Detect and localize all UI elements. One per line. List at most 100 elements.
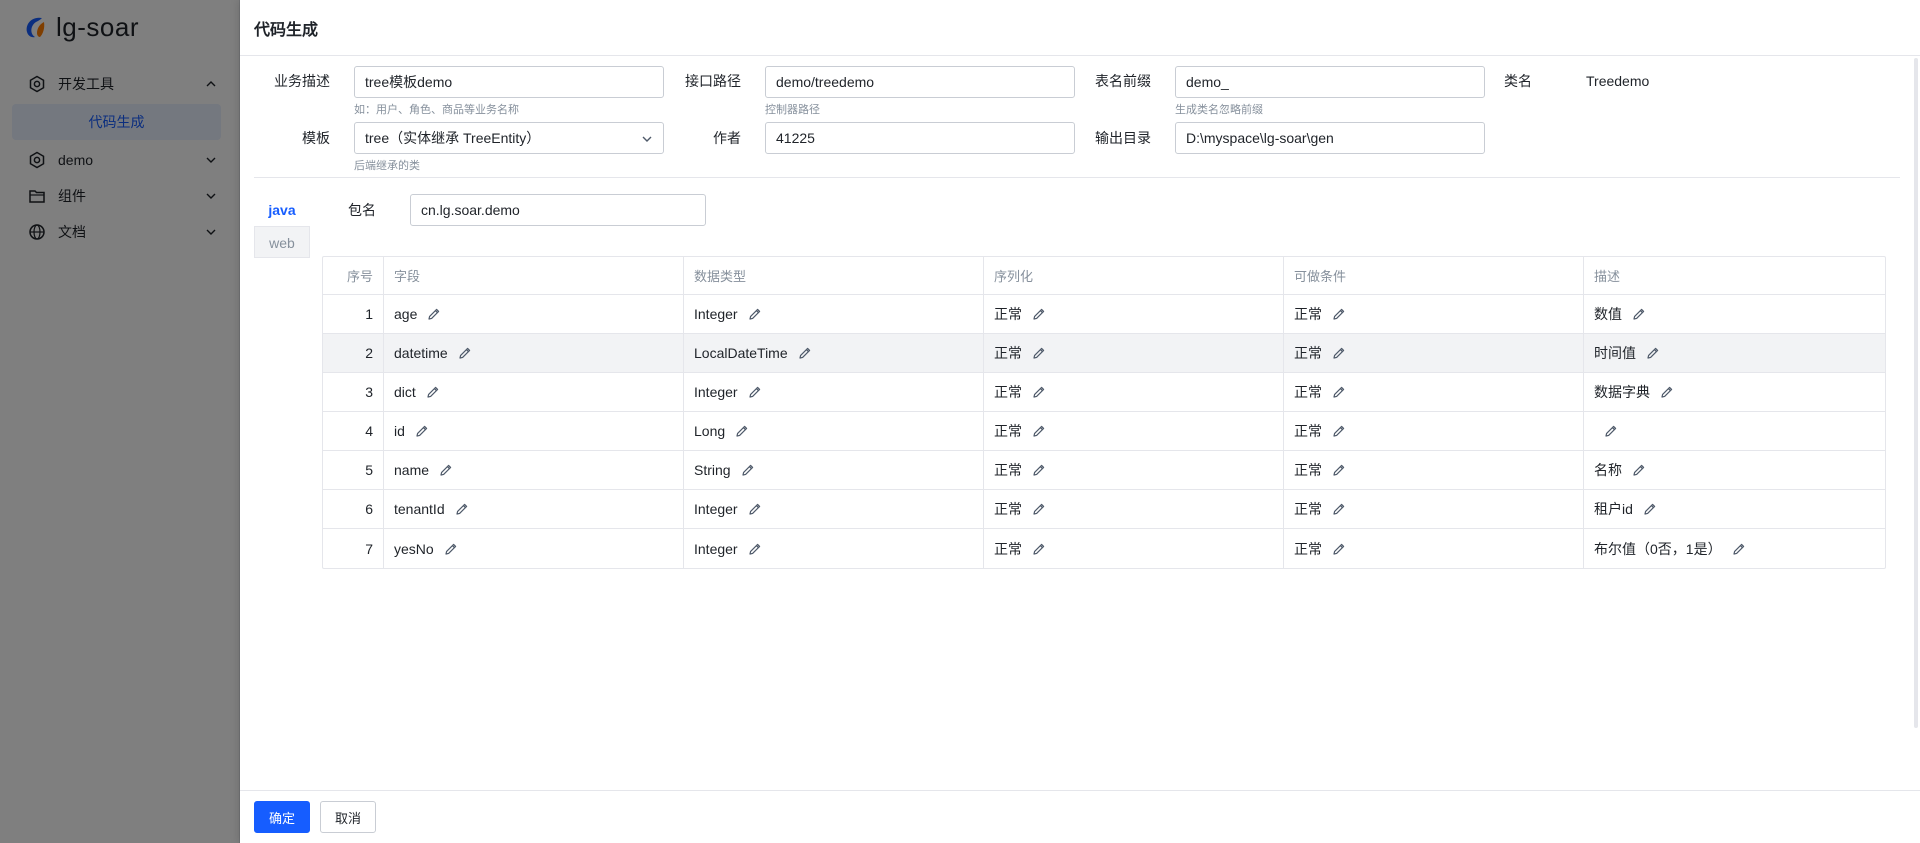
edit-icon[interactable] — [741, 463, 755, 477]
cell-text: String — [694, 462, 731, 478]
edit-icon[interactable] — [748, 385, 762, 399]
type-cell: Integer — [684, 373, 984, 411]
edit-icon[interactable] — [1032, 307, 1046, 321]
edit-icon[interactable] — [444, 542, 458, 556]
edit-icon[interactable] — [426, 385, 440, 399]
cell-text: 正常 — [994, 306, 1022, 322]
edit-icon[interactable] — [748, 542, 762, 556]
edit-icon[interactable] — [1332, 385, 1346, 399]
cell-text: tenantId — [394, 501, 445, 517]
edit-icon[interactable] — [1032, 502, 1046, 516]
business-desc-help: 如：用户、角色、商品等业务名称 — [354, 104, 519, 116]
edit-icon[interactable] — [1332, 502, 1346, 516]
class-name-value: Treedemo — [1586, 73, 1650, 89]
drawer-footer: 确定 取消 — [240, 790, 1920, 843]
table-header: 序号 字段 数据类型 序列化 可做条件 描述 — [323, 257, 1885, 295]
template-select[interactable]: tree（实体继承 TreeEntity） — [354, 122, 664, 154]
edit-icon[interactable] — [1643, 502, 1657, 516]
edit-icon[interactable] — [1032, 424, 1046, 438]
index-cell: 2 — [323, 334, 384, 372]
edit-icon[interactable] — [427, 307, 441, 321]
edit-icon[interactable] — [1632, 307, 1646, 321]
type-cell: Integer — [684, 490, 984, 528]
field-cell: yesNo — [384, 529, 684, 568]
index-cell: 3 — [323, 373, 384, 411]
table-row: 3 dict Integer 正常 正常 数据字典 — [323, 373, 1885, 412]
cell-text: 正常 — [1294, 462, 1322, 478]
table-body: 1 age Integer 正常 正常 数值 2 datetime LocalDateTime 正… — [323, 295, 1885, 568]
cell-text: 正常 — [1294, 540, 1322, 557]
type-cell: Integer — [684, 529, 984, 568]
code-gen-drawer: 代码生成 业务描述 tree模板demo 如：用户、角色、商品等业务名称 接口路… — [240, 0, 1920, 843]
author-input[interactable]: 41225 — [765, 122, 1075, 154]
edit-icon[interactable] — [1332, 463, 1346, 477]
serialize-cell: 正常 — [984, 490, 1284, 528]
edit-icon[interactable] — [1032, 542, 1046, 556]
cell-text: 时间值 — [1594, 345, 1636, 361]
edit-icon[interactable] — [1660, 385, 1674, 399]
serialize-cell: 正常 — [984, 295, 1284, 333]
cell-text: dict — [394, 384, 416, 400]
edit-icon[interactable] — [458, 346, 472, 360]
edit-icon[interactable] — [735, 424, 749, 438]
table-prefix-help: 生成类名忽略前缀 — [1175, 104, 1263, 116]
serialize-cell: 正常 — [984, 412, 1284, 450]
edit-icon[interactable] — [1604, 424, 1618, 438]
edit-icon[interactable] — [1632, 463, 1646, 477]
table-row: 6 tenantId Integer 正常 正常 租户id — [323, 490, 1885, 529]
column-header: 序列化 — [984, 257, 1284, 294]
edit-icon[interactable] — [1332, 307, 1346, 321]
desc-cell: 数值 — [1584, 295, 1885, 333]
template-label: 模板 — [302, 130, 330, 146]
edit-icon[interactable] — [798, 346, 812, 360]
cell-text: 数据字典 — [1594, 384, 1650, 400]
edit-icon[interactable] — [439, 463, 453, 477]
edit-icon[interactable] — [1032, 463, 1046, 477]
desc-cell: 时间值 — [1584, 334, 1885, 372]
edit-icon[interactable] — [1332, 346, 1346, 360]
cell-text: Integer — [694, 384, 738, 400]
package-input[interactable]: cn.lg.soar.demo — [410, 194, 706, 226]
cell-text: 正常 — [994, 423, 1022, 439]
table-row: 1 age Integer 正常 正常 数值 — [323, 295, 1885, 334]
cell-text: Integer — [694, 306, 738, 322]
edit-icon[interactable] — [1332, 424, 1346, 438]
cell-text: 租户id — [1594, 501, 1633, 517]
edit-icon[interactable] — [455, 502, 469, 516]
edit-icon[interactable] — [1646, 346, 1660, 360]
cell-text: 正常 — [994, 501, 1022, 517]
edit-icon[interactable] — [415, 424, 429, 438]
condition-cell: 正常 — [1284, 412, 1584, 450]
edit-icon[interactable] — [1032, 346, 1046, 360]
edit-icon[interactable] — [748, 307, 762, 321]
cancel-button[interactable]: 取消 — [320, 801, 377, 833]
business-desc-input[interactable]: tree模板demo — [354, 66, 664, 98]
serialize-cell: 正常 — [984, 373, 1284, 411]
template-help: 后端继承的类 — [354, 160, 420, 172]
output-dir-input[interactable]: D:\myspace\lg-soar\gen — [1175, 122, 1485, 154]
tab-web[interactable]: web — [254, 226, 310, 258]
edit-icon[interactable] — [1732, 542, 1746, 556]
cell-text: 正常 — [1294, 423, 1322, 439]
column-header: 字段 — [384, 257, 684, 294]
confirm-button[interactable]: 确定 — [254, 801, 311, 833]
type-cell: Integer — [684, 295, 984, 333]
edit-icon[interactable] — [1332, 542, 1346, 556]
drawer-scrollbar[interactable] — [1914, 58, 1918, 728]
field-cell: datetime — [384, 334, 684, 372]
cell-text: 正常 — [994, 345, 1022, 361]
field-table: 序号 字段 数据类型 序列化 可做条件 描述 1 age Integer 正常 正常 数值… — [322, 256, 1886, 569]
cell-text: 布尔值（0否，1是） — [1594, 540, 1722, 557]
cell-text: yesNo — [394, 540, 434, 557]
cell-text: 正常 — [1294, 345, 1322, 361]
field-cell: name — [384, 451, 684, 489]
api-path-input[interactable]: demo/treedemo — [765, 66, 1075, 98]
table-prefix-input[interactable]: demo_ — [1175, 66, 1485, 98]
edit-icon[interactable] — [748, 502, 762, 516]
business-desc-label: 业务描述 — [274, 73, 330, 89]
table-row: 7 yesNo Integer 正常 正常 布尔值（0否，1是） — [323, 529, 1885, 568]
template-select-value: tree（实体继承 TreeEntity） — [365, 130, 541, 146]
column-header: 序号 — [323, 257, 384, 294]
edit-icon[interactable] — [1032, 385, 1046, 399]
cell-text: LocalDateTime — [694, 345, 788, 361]
